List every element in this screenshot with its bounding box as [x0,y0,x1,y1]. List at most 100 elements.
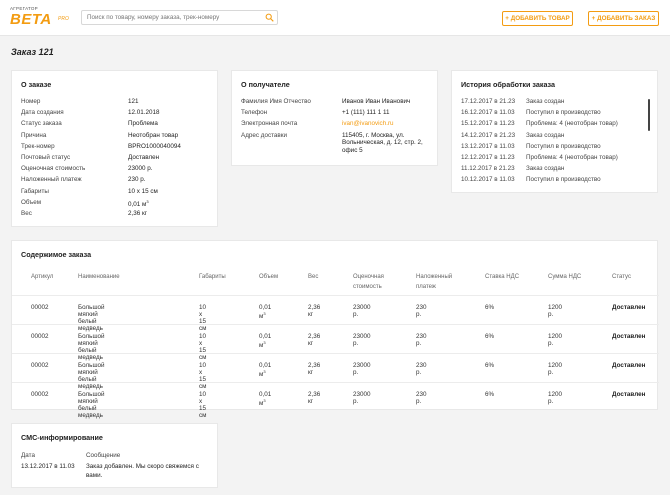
recipient-field-label: Телефон [241,109,268,117]
sms-date: 13.12.2017 в 11.03 [21,463,75,470]
order-contents-card: Содержимое заказа Артикул Наименование Габ… [11,240,659,419]
recipient-field-value: Иванов Иван Иванович [342,98,411,105]
order-field-value-text: 121 [128,98,139,105]
table-cell-size: 10 х 15 см [199,304,206,332]
search-input[interactable] [82,11,262,24]
sms-card: СМС-информирование Дата Сообщение 13.12.… [11,423,218,488]
logo-suffix: PRO [58,16,69,22]
cell-text: 00002 [31,333,49,340]
table-column-header: Габариты [199,272,226,282]
cell-text: 23000 р. [353,333,371,347]
history-scrollbar[interactable] [648,99,650,131]
sms-date-header: Дата [21,452,35,459]
cell-text: 10 х 15 см [199,362,207,390]
table-cell-name: Большой мягкий белый медведь [78,391,105,419]
logo-wordmark: BETA [10,11,52,28]
order-field-value: 0,01 м3 [128,199,149,208]
table-cell-value: 23000 р. [353,333,371,347]
cell-text: Доставлен [612,362,646,369]
table-cell-value: 23000 р. [353,362,371,376]
column-header-line: Вес [308,274,319,280]
table-cell-vat_sum: 1200 р. [548,362,562,376]
column-header-line: Сумма НДС [548,274,582,280]
column-header-line: платеж [416,284,436,290]
order-field-value-text: 230 р. [128,176,146,184]
history-event: Поступил в производство [526,109,601,117]
table-cell-weight: 2,36 кг [308,304,320,318]
column-header-line: Статус [612,274,631,280]
table-cell-value: 23000 р. [353,391,371,405]
cell-text: 00002 [31,304,49,311]
cell-text: 1200 р. [548,362,563,376]
recipient-address-line: офис 5 [342,147,363,155]
cell-text: 2,36 кг [308,362,321,376]
order-info-title: О заказе [21,80,52,89]
order-info-card: О заказе Номер 121 Дата создания 12.01.2018… [11,70,218,227]
order-field-value: 12.01.2018 [128,109,160,116]
table-cell-value: 23000 р. [353,304,371,318]
table-cell-size: 10 х 15 см [199,333,206,361]
recipient-field-value: +1 (111) 111 1 11 [342,109,390,117]
table-cell-weight: 2,36 кг [308,362,320,376]
cell-text: 10 х 15 см [199,391,207,419]
cell-text: 6% [485,333,495,340]
sms-message-line: Заказ добавлен. Мы скоро свяжемся с [86,463,199,470]
order-field-label: Дата создания [21,109,64,117]
order-field-value-text: 12.01.2018 [128,109,160,117]
sms-title: СМС-информирование [21,433,103,442]
table-column-header: Объем [259,272,278,282]
order-field-label: Почтовый статус [21,154,71,161]
unit-superscript: 3 [146,198,149,204]
history-card: История обработки заказа 17.12.2017 в 21… [451,70,658,193]
cell-text: 1200 р. [548,333,563,347]
table-row-divider [12,353,659,354]
history-event: Заказ создан [526,131,565,139]
history-date: 10.12.2017 в 11.03 [461,176,515,184]
cell-text: 23000 р. [353,304,371,318]
recipient-card: О получателе Фамилия Имя Отчество Иванов … [231,70,438,166]
history-event: Поступил в производство [526,142,601,150]
sms-message-line: вами. [86,472,103,479]
order-field-value: Доставлен [128,154,159,161]
cell-text: 230 р. [416,362,427,376]
history-date: 12.12.2017 в 11.23 [461,154,515,161]
order-field-value: 2,36 кг [128,210,147,217]
unit-superscript: 3 [263,369,266,374]
order-field-value: BPRO1000040094 [128,143,181,150]
table-cell-vat_rate: 6% [485,362,494,369]
order-field-value-text: 0,01 м [128,200,147,208]
table-cell-status: Доставлен [612,362,645,369]
order-field-value-text: Проблема [128,120,158,128]
order-field-label: Причина [21,131,47,139]
cell-text: Доставлен [612,333,646,340]
column-header-line: стоимость [353,284,382,290]
recipient-email-link[interactable]: ivan@ivanovich.ru [342,120,394,127]
table-cell-cod: 230 р. [416,391,427,405]
add-order-button[interactable]: + ДОБАВИТЬ ЗАКАЗ [588,11,659,26]
cell-text: 230 р. [416,391,427,405]
table-cell-weight: 2,36 кг [308,391,320,405]
table-row-divider [12,324,659,325]
cell-text: Доставлен [612,304,646,311]
column-header-line: Оценочная [353,274,384,280]
order-field-label: Объем [21,198,42,206]
recipient-field-label: Электронная почта [241,120,298,128]
order-field-value-text: Доставлен [128,154,160,161]
recipient-field-label: Адрес доставки [241,131,288,139]
table-cell-name: Большой мягкий белый медведь [78,304,105,332]
table-cell-cod: 230 р. [416,304,427,318]
table-cell-weight: 2,36 кг [308,333,320,347]
history-event: Поступил в производство [526,176,601,184]
order-field-value-text: 23000 р. [128,165,153,173]
table-cell-vat_sum: 1200 р. [548,391,562,405]
table-cell-vat_sum: 1200 р. [548,333,562,347]
table-column-header: Вес [308,272,318,282]
search-icon[interactable] [265,13,274,22]
cell-text: Большой мягкий белый медведь [78,362,105,390]
add-product-button[interactable]: + ДОБАВИТЬ ТОВАР [502,11,573,26]
table-column-header: Оценочная стоимость [353,272,384,292]
logo[interactable]: АГРЕГАТОР BETA PRO [10,6,80,32]
table-cell-cod: 230 р. [416,362,427,376]
table-column-header: Артикул [31,272,53,282]
history-date: 11.12.2017 в 21.23 [461,165,515,173]
